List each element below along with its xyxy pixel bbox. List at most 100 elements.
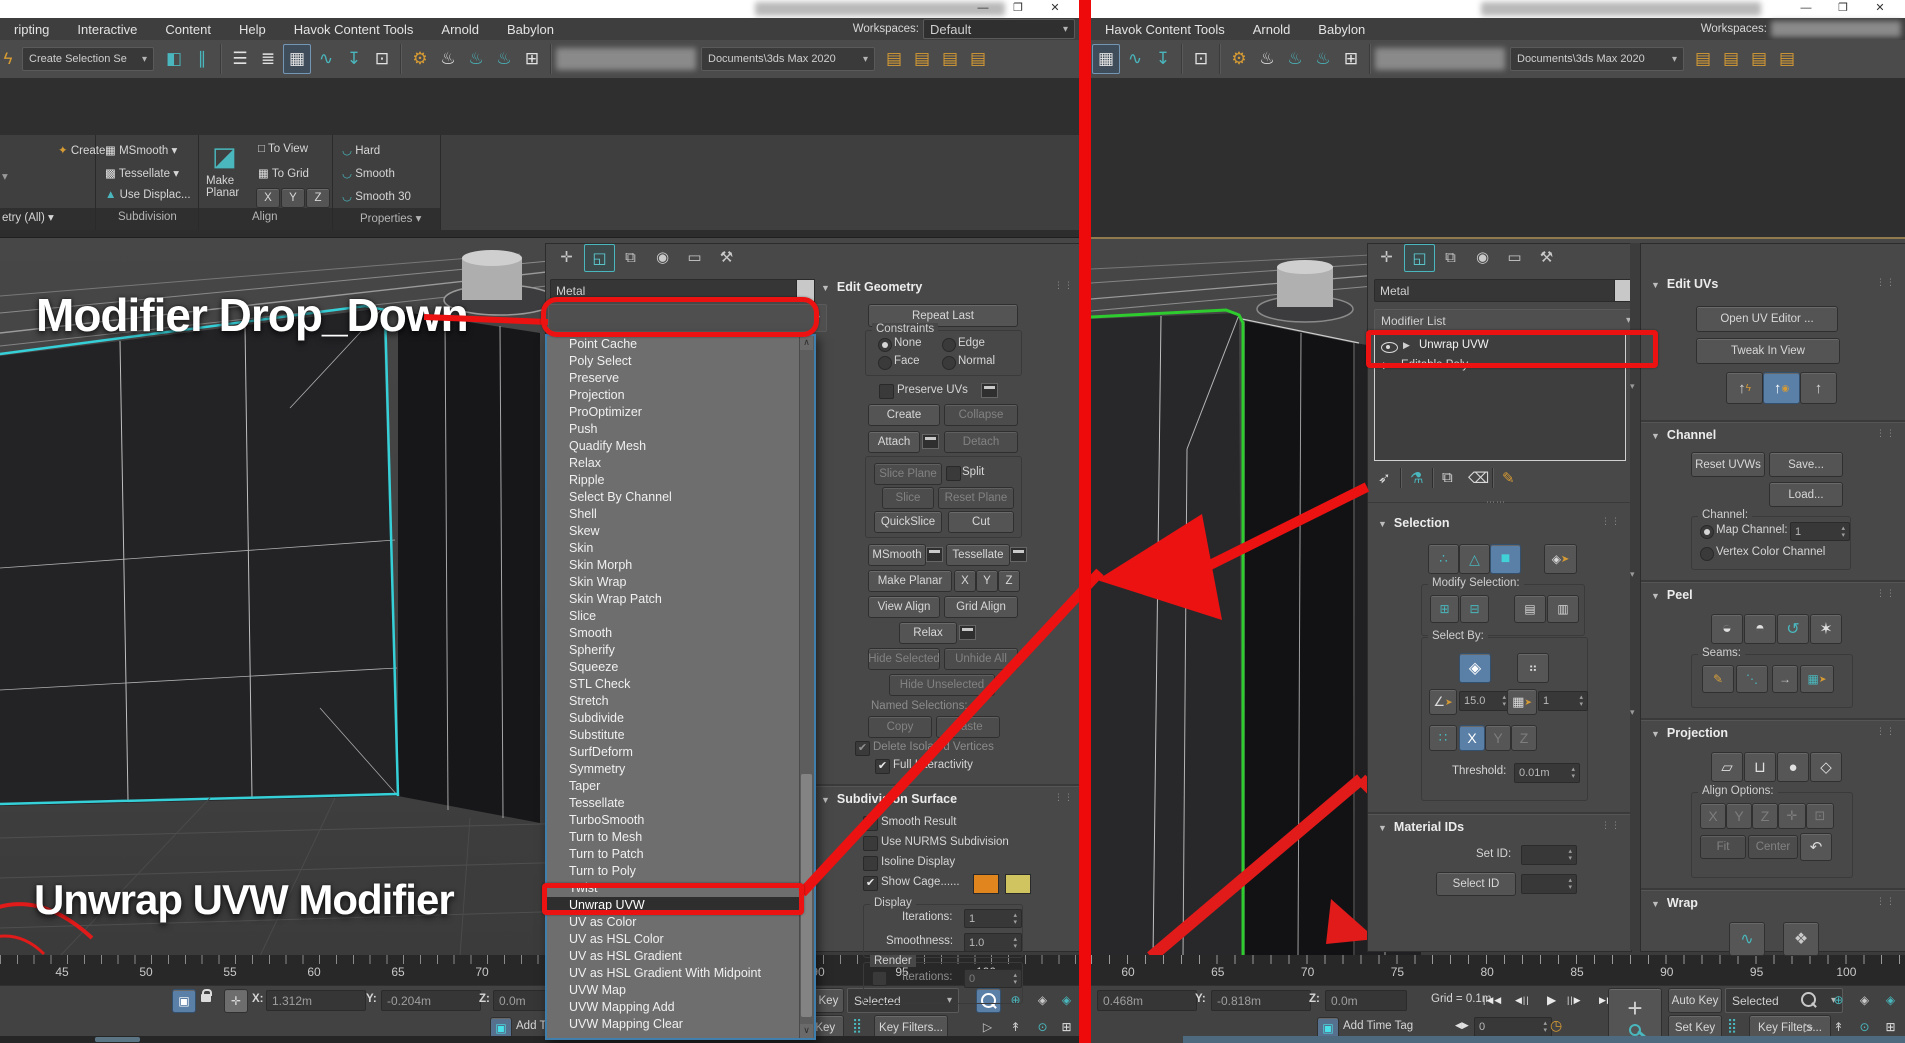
full-interactivity-label[interactable]: Full Interactivity xyxy=(893,759,973,771)
shrink-selection-icon[interactable]: ⊟ xyxy=(1460,595,1489,623)
select-by-element-icon[interactable]: ◈➤ xyxy=(1544,544,1577,574)
import-icon[interactable]: ▤ xyxy=(937,45,963,73)
edge-mode-icon[interactable]: △ xyxy=(1459,544,1490,574)
constraint-none-radio[interactable] xyxy=(878,338,892,352)
auto-key-button[interactable]: Auto Key xyxy=(1668,988,1722,1013)
right-trackbar-scroll[interactable] xyxy=(1183,1036,1905,1043)
modifier-dropdown-item[interactable]: Skin Morph xyxy=(547,557,814,574)
zoom-extents-all-icon[interactable]: ◈ xyxy=(1056,988,1077,1011)
align-x-button[interactable]: X xyxy=(1700,803,1726,829)
spline-mapping-icon[interactable]: ∿ xyxy=(1729,922,1765,956)
modifier-dropdown-item[interactable]: ProOptimizer xyxy=(547,404,814,421)
project-folder-combo[interactable]: Documents\3ds Max 2020▾ xyxy=(701,47,875,71)
gutter-caret-icon[interactable]: ▾ xyxy=(1630,569,1635,580)
scroll-down-icon[interactable]: ∨ xyxy=(800,1024,813,1038)
maximize-button[interactable]: ❐ xyxy=(1003,0,1033,17)
axis-x-button[interactable]: X xyxy=(1459,725,1485,751)
scroll-up-icon[interactable]: ∧ xyxy=(800,336,813,350)
render-setup-icon[interactable]: ⚙ xyxy=(407,45,433,73)
modifier-dropdown-item[interactable]: Skin Wrap Patch xyxy=(547,591,814,608)
modifier-dropdown-item[interactable]: Projection xyxy=(547,387,814,404)
preserve-uvs-checkbox[interactable] xyxy=(879,384,894,399)
minimize-button[interactable]: — xyxy=(968,0,998,17)
menu-item[interactable]: Content xyxy=(151,19,225,40)
tab-create[interactable]: ✛ xyxy=(552,244,581,270)
render-iterative-icon[interactable]: ♨ xyxy=(491,45,517,73)
constraint-face-radio[interactable] xyxy=(878,356,892,370)
selection-set-combo[interactable]: Create Selection Se▾ xyxy=(22,47,154,71)
unfold-strip-icon[interactable]: ❖ xyxy=(1783,922,1819,956)
cut-button[interactable]: Cut xyxy=(948,511,1014,533)
smooth-result-label[interactable]: Smooth Result xyxy=(881,816,956,828)
preserve-uvs-settings-icon[interactable] xyxy=(981,383,998,398)
view-align-button[interactable]: View Align xyxy=(868,596,940,618)
convert-to-seams-icon[interactable]: → xyxy=(1772,665,1798,693)
delete-isolated-checkbox[interactable]: ✔ xyxy=(855,741,870,756)
scroll-thumb[interactable] xyxy=(95,1037,140,1042)
isoline-label[interactable]: Isoline Display xyxy=(881,856,955,868)
select-edge-loop-icon[interactable]: ▤ xyxy=(1514,595,1546,623)
relax-button[interactable]: Relax xyxy=(899,622,957,644)
smoothness-spinner[interactable]: 1.0▴▾ xyxy=(964,933,1022,952)
use-nurms-checkbox[interactable] xyxy=(863,836,878,851)
msmooth-button[interactable]: MSmooth xyxy=(868,544,926,566)
cylindrical-map-icon[interactable]: ⊔ xyxy=(1744,752,1776,782)
polygon-mode-icon[interactable]: ■ xyxy=(1490,544,1521,574)
modifier-dropdown-item[interactable]: Turn to Mesh xyxy=(547,829,814,846)
modifier-dropdown-item[interactable]: Spherify xyxy=(547,642,814,659)
modifier-dropdown-item[interactable]: TurboSmooth xyxy=(547,812,814,829)
quickslice-button[interactable]: QuickSlice xyxy=(874,511,942,533)
zoom-extents-all-icon[interactable]: ◈ xyxy=(1879,988,1902,1011)
material-editor-icon[interactable]: ⊡ xyxy=(1188,45,1214,73)
planar-z-button[interactable]: Z xyxy=(998,570,1020,592)
box-map-icon[interactable]: ◇ xyxy=(1810,752,1842,782)
show-cage-checkbox[interactable]: ✔ xyxy=(863,876,878,891)
preserve-uvs-label[interactable]: Preserve UVs xyxy=(897,384,968,396)
select-edge-ring-icon[interactable]: ▥ xyxy=(1547,595,1579,623)
save-scene-icon[interactable]: ▤ xyxy=(1690,45,1716,73)
select-by-smoothing-icon[interactable]: ▦➤ xyxy=(1507,689,1537,715)
object-color-swatch[interactable] xyxy=(1614,279,1631,302)
set-keys-button[interactable]: + xyxy=(1608,988,1662,1040)
menu-item[interactable]: ripting xyxy=(0,19,63,40)
zoom-icon[interactable] xyxy=(1797,988,1820,1011)
align-icon[interactable]: ∥ xyxy=(189,45,215,73)
flyout-caret-icon[interactable]: ▾ xyxy=(2,169,8,183)
modifier-dropdown-item[interactable]: Substitute xyxy=(547,727,814,744)
modifier-list-combo[interactable]: Modifier List▾ xyxy=(1374,309,1638,332)
menu-item[interactable]: Arnold xyxy=(427,19,493,40)
close-button[interactable]: ✕ xyxy=(1865,0,1895,17)
scene-explorer-icon[interactable]: ☰ xyxy=(227,45,253,73)
select-by-angle-icon[interactable]: ∠➤ xyxy=(1429,689,1457,715)
iterations-spinner[interactable]: 1▴▾ xyxy=(964,909,1022,928)
modifier-dropdown-item[interactable]: Subdivide xyxy=(547,710,814,727)
spherical-map-icon[interactable]: ● xyxy=(1777,752,1809,782)
collapse-button[interactable]: Collapse xyxy=(944,404,1018,426)
axis-z-button[interactable]: Z xyxy=(1511,725,1537,751)
rendered-frame-icon[interactable]: ♨ xyxy=(435,45,461,73)
edit-uvs-rollout-header[interactable]: ▼Edit UVs xyxy=(1651,277,1718,291)
projection-rollout-header[interactable]: ▼Projection xyxy=(1651,726,1728,740)
modifier-dropdown-item[interactable]: Turn to Poly xyxy=(547,863,814,880)
smooth-result-checkbox[interactable]: ✔ xyxy=(863,816,878,831)
modifier-dropdown-item[interactable]: UV as Color xyxy=(547,914,814,931)
export-icon[interactable]: ▤ xyxy=(965,45,991,73)
tab-utilities[interactable]: ⚒ xyxy=(712,244,741,270)
render-setup-icon[interactable]: ⚙ xyxy=(1226,45,1252,73)
msmooth-settings-icon[interactable] xyxy=(926,547,943,562)
edit-seams-icon[interactable]: ✎ xyxy=(1702,665,1734,693)
fit-projection-icon[interactable]: ⊡ xyxy=(1806,803,1834,829)
ribbon-toggle-icon[interactable]: ▦ xyxy=(283,44,311,74)
transform-gizmo-icon[interactable]: ✛ xyxy=(224,989,248,1013)
open-scene-icon[interactable]: ▤ xyxy=(909,45,935,73)
modifier-dropdown-item[interactable]: Symmetry xyxy=(547,761,814,778)
tab-modify[interactable]: ◱ xyxy=(584,244,615,272)
quick-planar-map-icon[interactable]: ↑ϟ xyxy=(1726,372,1763,404)
tab-modify[interactable]: ◱ xyxy=(1404,244,1435,272)
geometry-all-dropdown[interactable]: etry (All) ▾ xyxy=(2,210,54,224)
hide-unselected-button[interactable]: Hide Unselected xyxy=(889,674,995,696)
ribbon-msmooth-button[interactable]: MSmooth xyxy=(119,145,168,157)
modifier-dropdown-item[interactable]: STL Check xyxy=(547,676,814,693)
modifier-dropdown-item[interactable]: Slice xyxy=(547,608,814,625)
render-iterative-icon[interactable]: ♨ xyxy=(1310,45,1336,73)
